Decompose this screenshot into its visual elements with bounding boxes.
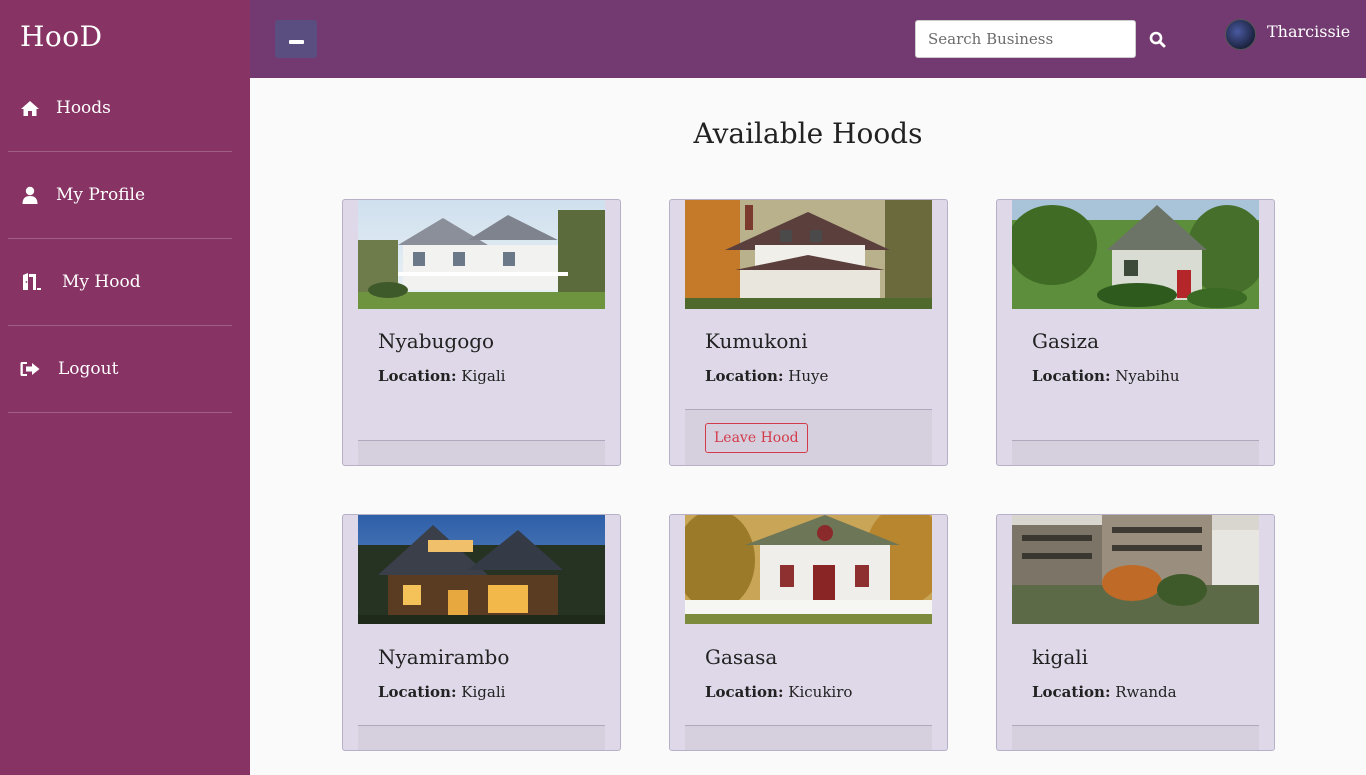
hood-location: Location: Kigali <box>378 367 505 385</box>
sidebar-toggle-button[interactable] <box>275 20 317 58</box>
card-footer: Leave Hood <box>685 409 932 465</box>
search-input[interactable] <box>915 20 1136 58</box>
minus-icon <box>288 40 304 44</box>
sidebar-item-my-hood[interactable]: My Hood <box>8 239 232 326</box>
leave-hood-button[interactable]: Leave Hood <box>705 423 808 453</box>
hood-name[interactable]: kigali <box>1032 645 1088 669</box>
hood-location: Location: Kicukiro <box>705 683 852 701</box>
user-icon <box>18 185 42 205</box>
hood-name[interactable]: Gasiza <box>1032 329 1099 353</box>
hood-location: Location: Rwanda <box>1032 683 1177 701</box>
sign-out-icon <box>18 359 42 379</box>
top-navbar: Tharcissie <box>250 0 1366 78</box>
hood-name[interactable]: Gasasa <box>705 645 777 669</box>
sidebar-item-label: My Profile <box>56 185 146 205</box>
location-value: Kigali <box>461 683 506 701</box>
hood-card: Gasasa Location: Kicukiro <box>669 514 948 751</box>
sidebar-item-label: My Hood <box>62 272 141 292</box>
hood-image <box>685 200 932 309</box>
hood-name[interactable]: Nyamirambo <box>378 645 509 669</box>
card-footer <box>358 440 605 465</box>
username[interactable]: Tharcissie <box>1267 22 1350 41</box>
hood-location: Location: Huye <box>705 367 828 385</box>
hood-image <box>358 515 605 624</box>
door-icon <box>18 272 42 292</box>
sidebar-item-hoods[interactable]: Hoods <box>8 65 232 152</box>
location-label: Location: <box>378 683 457 701</box>
location-value: Rwanda <box>1115 683 1177 701</box>
location-value: Kigali <box>461 367 506 385</box>
hood-image <box>1012 515 1259 624</box>
home-icon <box>18 98 42 118</box>
hood-card: Nyamirambo Location: Kigali <box>342 514 621 751</box>
sidebar-item-label: Hoods <box>56 98 111 118</box>
hood-location: Location: Kigali <box>378 683 505 701</box>
sidebar-item-logout[interactable]: Logout <box>8 326 232 413</box>
card-footer <box>1012 725 1259 750</box>
location-label: Location: <box>705 683 784 701</box>
sidebar-item-label: Logout <box>58 359 119 379</box>
avatar[interactable] <box>1225 19 1256 50</box>
location-label: Location: <box>1032 683 1111 701</box>
search-icon <box>1149 31 1165 47</box>
hood-card: Kumukoni Location: Huye Leave Hood <box>669 199 948 466</box>
hood-image <box>358 200 605 309</box>
location-value: Kicukiro <box>788 683 853 701</box>
hood-location: Location: Nyabihu <box>1032 367 1180 385</box>
card-footer <box>358 725 605 750</box>
sidebar: HooD Hoods My Profile My Hood Logout <box>0 0 250 775</box>
sidebar-nav: Hoods My Profile My Hood Logout <box>8 65 232 413</box>
sidebar-item-my-profile[interactable]: My Profile <box>8 152 232 239</box>
hood-card: Gasiza Location: Nyabihu <box>996 199 1275 466</box>
hood-card: Nyabugogo Location: Kigali <box>342 199 621 466</box>
location-value: Nyabihu <box>1115 367 1180 385</box>
hood-image <box>685 515 932 624</box>
page-title: Available Hoods <box>693 117 923 150</box>
location-label: Location: <box>1032 367 1111 385</box>
card-footer <box>1012 440 1259 465</box>
location-value: Huye <box>788 367 829 385</box>
hood-name[interactable]: Nyabugogo <box>378 329 494 353</box>
hood-card: kigali Location: Rwanda <box>996 514 1275 751</box>
hood-name[interactable]: Kumukoni <box>705 329 808 353</box>
brand-logo[interactable]: HooD <box>20 20 103 53</box>
location-label: Location: <box>378 367 457 385</box>
search-button[interactable] <box>1146 28 1168 50</box>
location-label: Location: <box>705 367 784 385</box>
card-footer <box>685 725 932 750</box>
hood-image <box>1012 200 1259 309</box>
